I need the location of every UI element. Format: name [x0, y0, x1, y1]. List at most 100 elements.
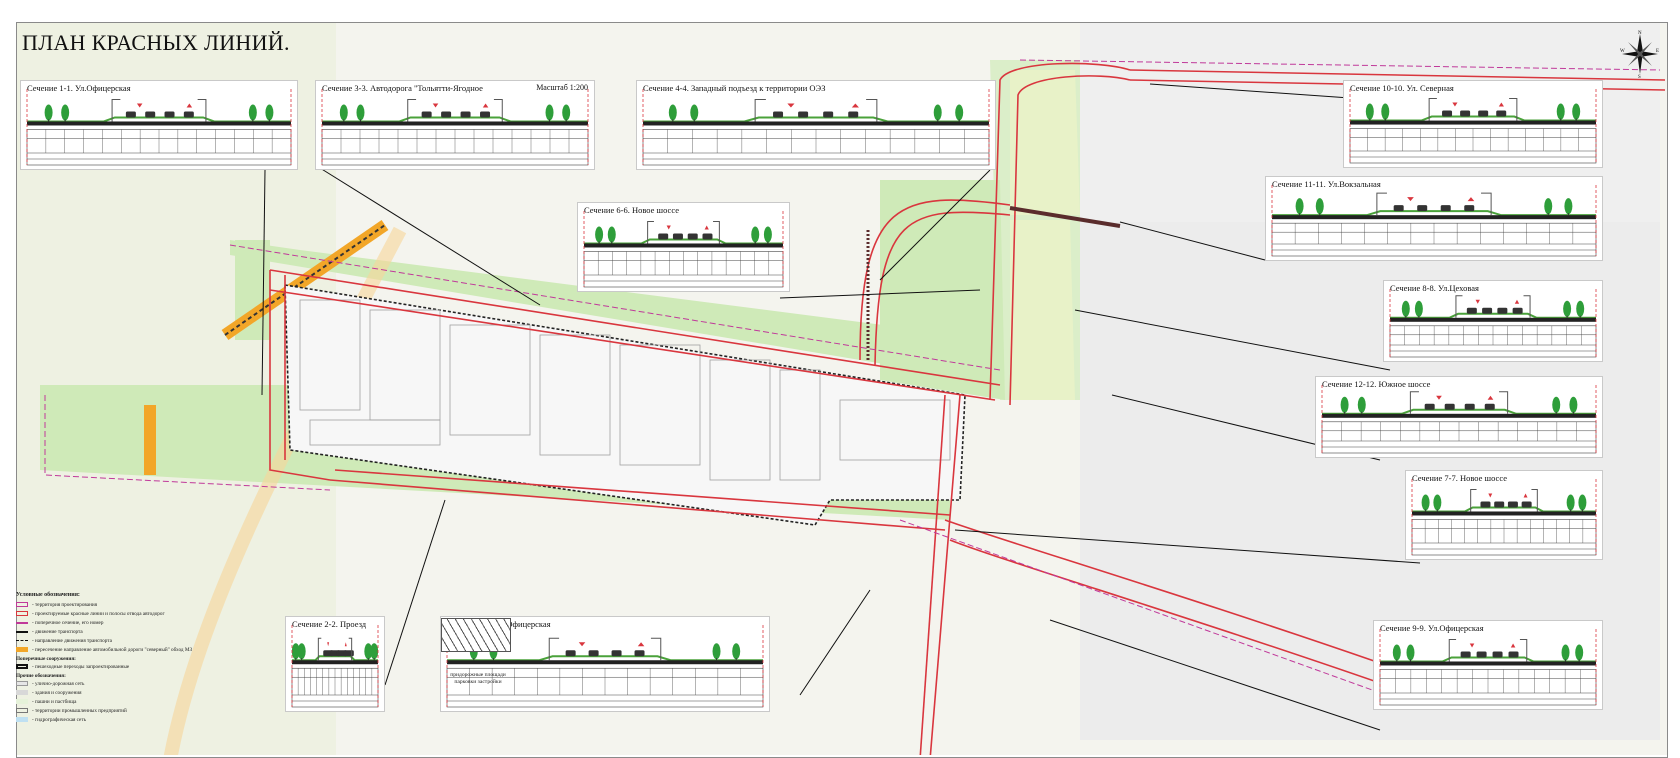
tree-icon: [1414, 300, 1423, 317]
tree-icon: [1552, 396, 1561, 413]
tree-icon: [1401, 300, 1410, 317]
section-panel-3: Сечение 3-3. Автодорога "Тольятти-Ягодно…: [315, 80, 595, 170]
car-icon: [1464, 403, 1475, 410]
cross-section-drawing: [321, 89, 589, 166]
car-icon: [1444, 403, 1455, 410]
car-icon: [1460, 110, 1471, 117]
section-panel-12: Сечение 12-12. Южное шоссе: [1315, 376, 1603, 458]
car-icon: [1417, 205, 1428, 212]
car-icon: [1464, 205, 1475, 212]
legend-item: - движение транспорта: [16, 627, 256, 636]
legend-item: - направление движения транспорта: [16, 636, 256, 645]
section-title: Сечение 11-11. Ул.Вокзальная: [1272, 179, 1381, 189]
tree-icon: [297, 643, 306, 660]
car-icon: [1466, 307, 1477, 314]
tree-icon: [562, 104, 571, 121]
tree-icon: [732, 643, 741, 660]
car-icon: [687, 233, 698, 240]
cross-section-drawing: [291, 625, 379, 708]
plan-title: ПЛАН КРАСНЫХ ЛИНИЙ.: [22, 30, 290, 55]
section-panel-6: Сечение 6-6. Новое шоссе: [577, 202, 790, 292]
car-icon: [1476, 651, 1487, 658]
legend-item: - пешеходные переходы запроектированные: [16, 662, 256, 671]
parking-hatch-area: [441, 618, 511, 652]
tree-icon: [712, 643, 721, 660]
car-icon: [672, 233, 683, 240]
car-icon: [480, 111, 491, 118]
compass-s: S: [1638, 75, 1641, 78]
cross-section-drawing: [1389, 289, 1597, 358]
section-title: Сечение 3-3. Автодорога "Тольятти-Ягодно…: [322, 83, 483, 93]
parking-note: придорожные площади парковки застройки: [450, 672, 506, 685]
section-panel-10: Сечение 10-10. Ул. Северная: [1343, 80, 1603, 168]
legend-heading: Условные обозначения:: [16, 592, 80, 598]
section-title: Сечение 2-2. Проезд: [292, 619, 367, 629]
tree-icon: [1578, 494, 1587, 511]
section-panel-8: Сечение 8-8. Ул.Цеховая: [1383, 280, 1603, 362]
tree-icon: [1357, 396, 1366, 413]
tree-icon: [1576, 300, 1585, 317]
car-icon: [611, 650, 622, 657]
car-icon: [848, 111, 859, 118]
tree-icon: [248, 104, 257, 121]
car-icon: [823, 111, 834, 118]
car-icon: [460, 111, 471, 118]
section-title: Сечение 1-1. Ул.Офицерская: [27, 83, 131, 93]
car-icon: [1482, 307, 1493, 314]
tree-icon: [1569, 396, 1578, 413]
section-title: Сечение 7-7. Новое шоссе: [1412, 473, 1507, 483]
section-panel-7: Сечение 7-7. Новое шоссе: [1405, 470, 1603, 560]
cross-section-drawing: [642, 89, 990, 166]
car-icon: [1492, 651, 1503, 658]
car-icon: [125, 111, 136, 118]
car-icon: [441, 111, 452, 118]
tree-icon: [1544, 198, 1553, 215]
tree-icon: [1295, 198, 1304, 215]
cross-section-drawing: [1321, 385, 1597, 454]
compass-w: W: [1620, 49, 1625, 54]
tree-icon: [1563, 300, 1572, 317]
car-icon: [183, 111, 194, 118]
car-icon: [1496, 110, 1507, 117]
cross-section-drawing: [1379, 629, 1597, 706]
tree-icon: [1564, 198, 1573, 215]
tree-icon: [1572, 103, 1581, 120]
car-icon: [1507, 501, 1518, 508]
tree-icon: [370, 643, 379, 660]
car-icon: [658, 233, 669, 240]
car-icon: [773, 111, 784, 118]
legend-item: - гидрографическая сеть: [16, 715, 256, 724]
tree-icon: [339, 104, 348, 121]
car-icon: [1521, 501, 1532, 508]
tree-icon: [1433, 494, 1442, 511]
car-icon: [343, 650, 354, 657]
cross-section-drawing: [583, 211, 784, 288]
legend-item: - здания и сооружения: [16, 688, 256, 697]
tree-icon: [61, 104, 70, 121]
tree-icon: [1315, 198, 1324, 215]
tree-icon: [1406, 644, 1415, 661]
car-icon: [1484, 403, 1495, 410]
tree-icon: [763, 226, 772, 243]
compass-n: N: [1638, 31, 1642, 36]
tree-icon: [933, 104, 942, 121]
car-icon: [421, 111, 432, 118]
tree-icon: [356, 104, 365, 121]
car-icon: [565, 650, 576, 657]
section-panel-11: Сечение 11-11. Ул.Вокзальная: [1265, 176, 1603, 261]
cross-section-drawing: [1411, 479, 1597, 556]
tree-icon: [265, 104, 274, 121]
legend-item: - территория проектирования: [16, 600, 256, 609]
tree-icon: [1365, 103, 1374, 120]
car-icon: [1478, 110, 1489, 117]
section-panel-2: Сечение 2-2. Проезд: [285, 616, 385, 712]
legend-item: - проектируемые красные линии и полосы о…: [16, 609, 256, 618]
section-panel-1: Сечение 1-1. Ул.Офицерская: [20, 80, 298, 170]
tree-icon: [668, 104, 677, 121]
car-icon: [588, 650, 599, 657]
car-icon: [798, 111, 809, 118]
car-icon: [1512, 307, 1523, 314]
section-scale: Масштаб 1:200: [536, 83, 588, 92]
tree-icon: [955, 104, 964, 121]
tree-icon: [1575, 644, 1584, 661]
